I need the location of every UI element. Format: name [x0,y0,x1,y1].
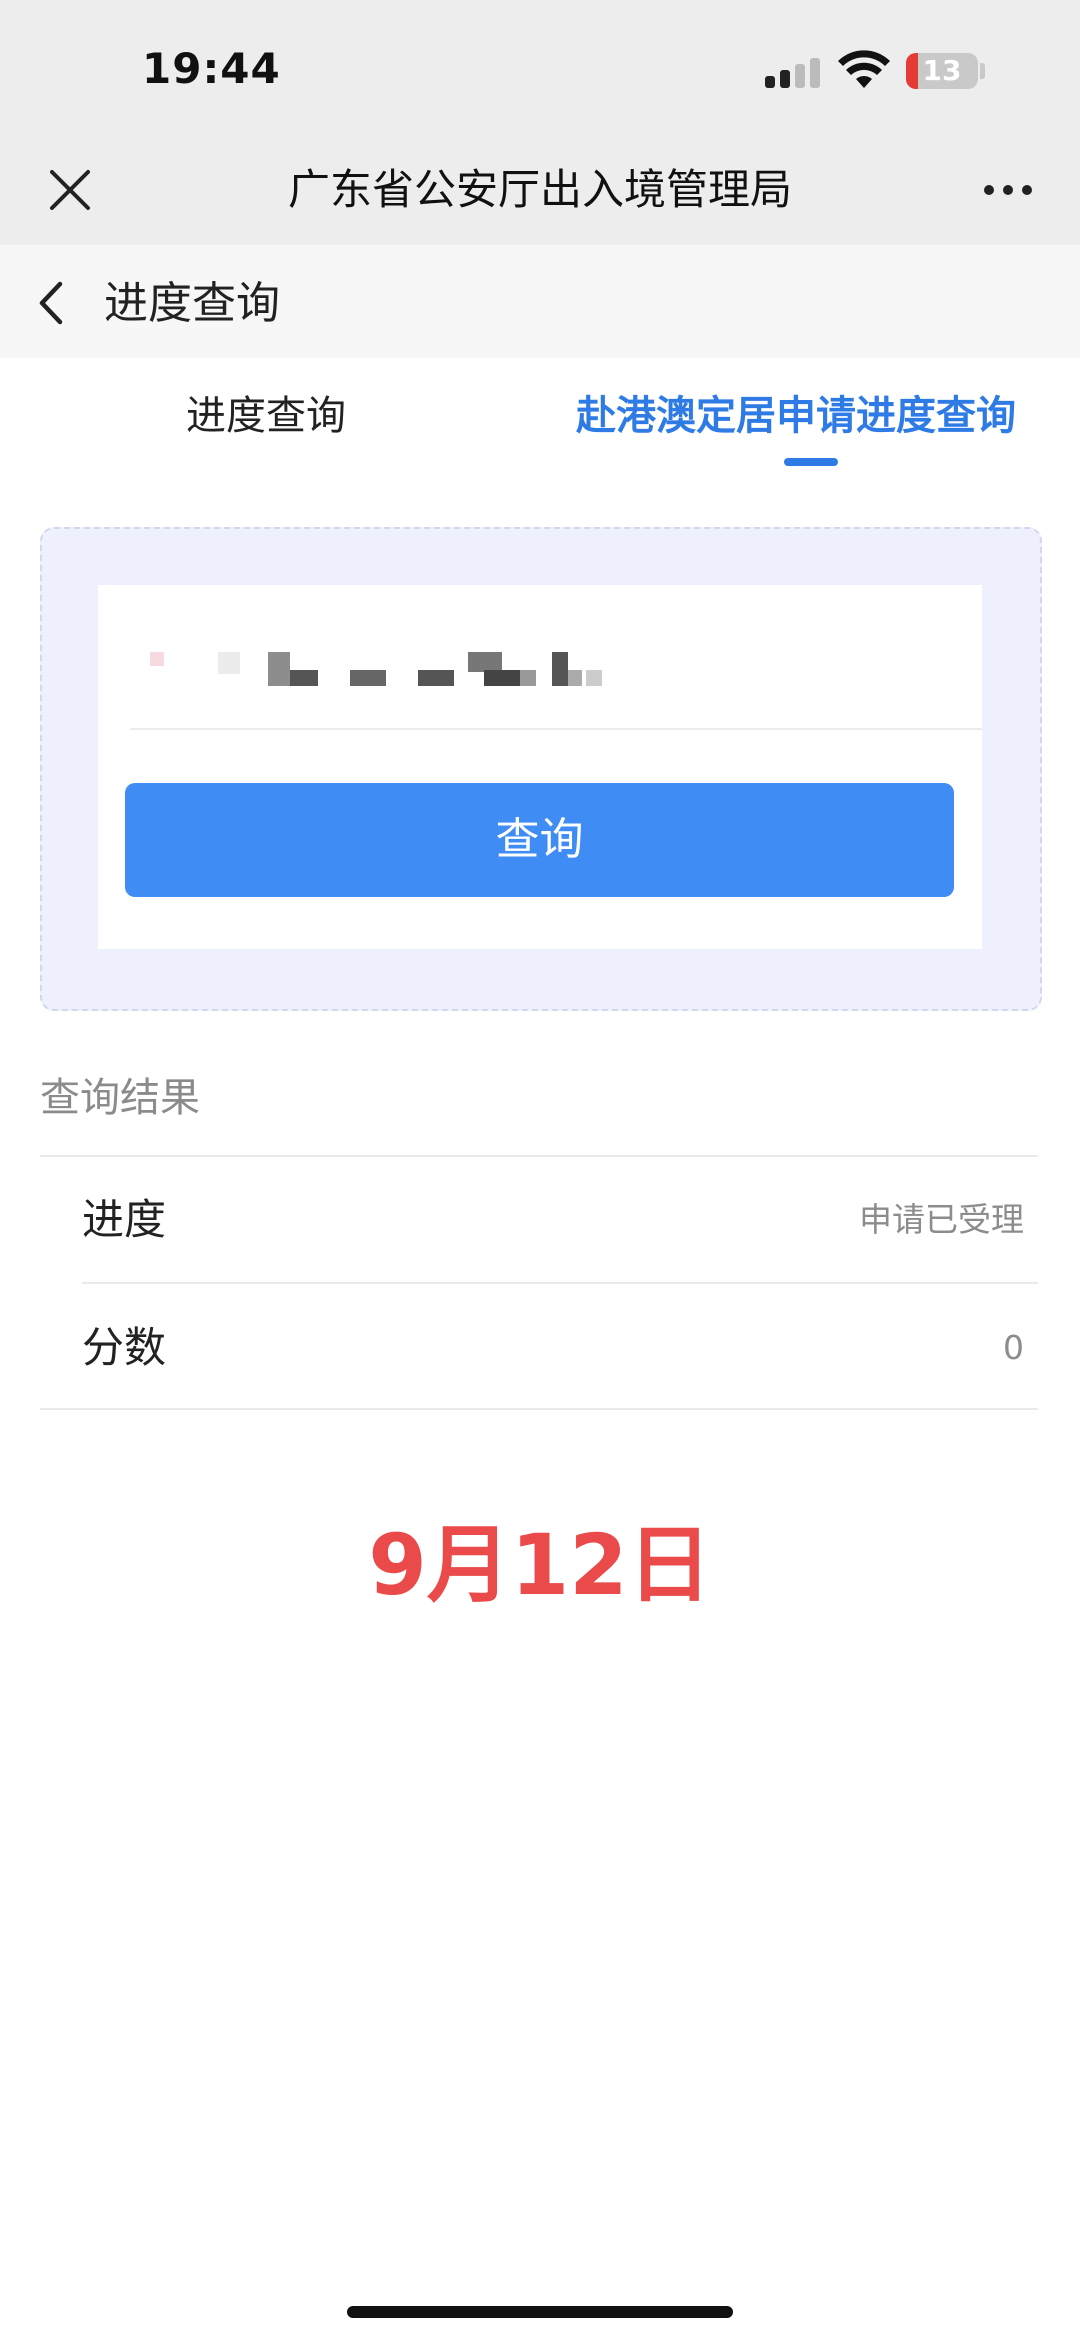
results-divider-bottom [40,1408,1038,1410]
battery-level-text: 13 [922,54,962,87]
results-divider-top [40,1155,1038,1157]
tab-hk-macau-settlement-query[interactable]: 赴港澳定居申请进度查询 [576,386,1016,446]
date-annotation: 9月12日 [368,1516,712,1614]
active-tab-indicator [784,458,838,466]
close-icon[interactable] [46,166,94,214]
page-title: 进度查询 [104,278,280,329]
more-icon[interactable] [982,183,1034,197]
signal-bars-icon [765,58,825,88]
wifi-icon [838,50,890,88]
battery-tip [980,63,985,79]
results-label: 查询结果 [40,1075,200,1121]
result-row-score-value: 0 [1003,1328,1024,1367]
status-time: 19:44 [142,44,281,93]
result-row-progress-key: 进度 [82,1195,167,1244]
nav-title: 广东省公安厅出入境管理局 [287,165,792,214]
result-row-score-key: 分数 [82,1323,167,1372]
query-button[interactable]: 查询 [125,783,954,897]
tab-progress-query[interactable]: 进度查询 [186,386,346,446]
battery-icon: 13 [906,53,978,89]
home-indicator[interactable] [347,2306,733,2318]
chevron-left-icon[interactable] [36,278,66,328]
results-row-divider [82,1282,1038,1284]
result-row-progress-value: 申请已受理 [859,1200,1024,1239]
